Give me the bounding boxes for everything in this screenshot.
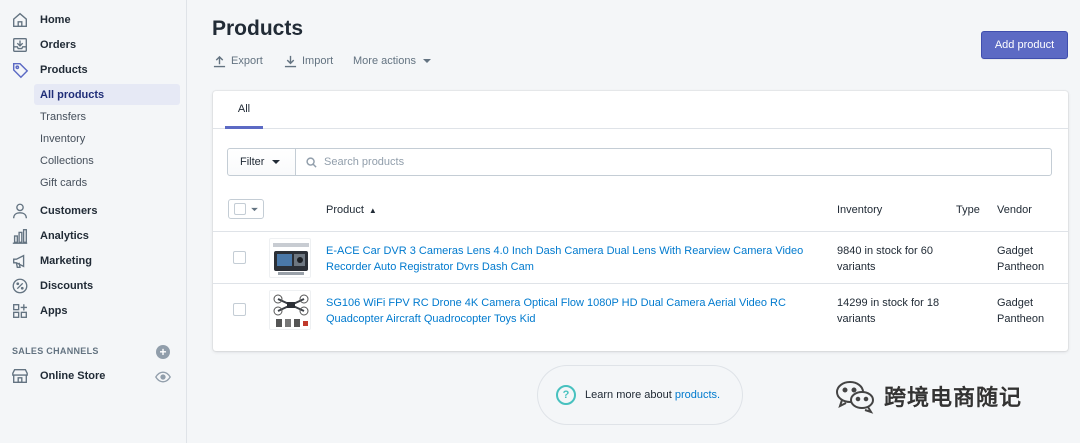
nav-home[interactable]: Home — [0, 9, 187, 31]
nav-label-products: Products — [40, 64, 88, 76]
sales-channels-title: SALES CHANNELS — [12, 346, 99, 356]
watermark: 跨境电商随记 — [834, 376, 1049, 416]
table-row[interactable]: SG106 WiFi FPV RC Drone 4K Camera Optica… — [213, 283, 1068, 335]
wechat-icon — [836, 381, 874, 414]
more-actions-button[interactable]: More actions — [353, 52, 436, 70]
search-icon — [306, 156, 317, 168]
product-thumbnail[interactable] — [269, 238, 311, 278]
filter-label: Filter — [240, 156, 265, 168]
nav-label-apps: Apps — [40, 305, 68, 317]
search-input[interactable] — [324, 156, 1024, 168]
sub-item-all-products[interactable]: All products — [34, 84, 180, 105]
learn-more-text: Learn more about — [585, 389, 672, 401]
inventory-cell: 9840 in stock for 60 variants — [837, 245, 934, 273]
column-header-inventory: Inventory — [837, 204, 883, 216]
sidebar: Home Orders Products All products Transf… — [0, 0, 187, 443]
import-label: Import — [302, 55, 334, 67]
megaphone-icon — [13, 254, 25, 268]
nav-discounts[interactable]: Discounts — [0, 275, 187, 297]
nav-label-customers: Customers — [40, 205, 98, 217]
orders-icon — [13, 38, 27, 52]
table-row[interactable]: E-ACE Car DVR 3 Cameras Lens 4.0 Inch Da… — [213, 231, 1068, 283]
drone-image — [273, 294, 309, 327]
apps-icon — [13, 304, 27, 318]
search-field — [295, 148, 1052, 176]
row-checkbox[interactable] — [233, 303, 246, 316]
bar-chart-icon — [12, 229, 28, 244]
sub-item-gift-cards[interactable]: Gift cards — [34, 172, 180, 193]
bulk-select-checkbox[interactable] — [228, 199, 264, 219]
learn-more-box: ? Learn more about products. — [538, 366, 742, 424]
caret-down-icon — [251, 207, 258, 211]
nav-label-home: Home — [40, 14, 71, 26]
export-button[interactable]: Export — [213, 52, 263, 70]
dash-camera-image — [273, 243, 309, 275]
nav-label-marketing: Marketing — [40, 255, 92, 267]
column-label-product: Product — [326, 204, 364, 216]
add-sales-channel-button[interactable]: + — [156, 345, 170, 359]
column-header-type: Type — [956, 204, 980, 216]
nav-label-orders: Orders — [40, 39, 77, 51]
nav-label-analytics: Analytics — [40, 230, 89, 242]
export-label: Export — [231, 55, 263, 67]
store-icon — [12, 369, 28, 383]
nav-analytics[interactable]: Analytics — [0, 225, 187, 247]
eye-icon[interactable] — [155, 370, 171, 384]
tag-icon — [12, 62, 29, 79]
tab-bar: All — [213, 91, 1068, 129]
export-icon — [213, 55, 226, 67]
sub-item-collections[interactable]: Collections — [34, 150, 180, 171]
sort-ascending-icon: ▲ — [368, 205, 377, 215]
add-product-button[interactable]: Add product — [981, 31, 1068, 59]
nav-orders[interactable]: Orders — [0, 34, 187, 56]
home-icon — [13, 12, 27, 27]
sub-item-transfers[interactable]: Transfers — [34, 106, 180, 127]
watermark-text: 跨境电商随记 — [884, 385, 1023, 410]
product-name-link[interactable]: E-ACE Car DVR 3 Cameras Lens 4.0 Inch Da… — [326, 243, 826, 275]
column-header-vendor: Vendor — [997, 204, 1032, 216]
caret-down-icon — [422, 59, 431, 63]
more-actions-label: More actions — [353, 55, 416, 67]
nav-label-online-store: Online Store — [40, 370, 106, 382]
help-icon: ? — [556, 385, 576, 405]
product-thumbnail[interactable] — [269, 290, 311, 330]
page-title: Products — [212, 17, 304, 40]
discount-icon — [12, 278, 28, 294]
import-icon — [284, 55, 297, 67]
nav-apps[interactable]: Apps — [0, 300, 187, 322]
person-icon — [13, 203, 27, 219]
nav-marketing[interactable]: Marketing — [0, 250, 187, 272]
import-button[interactable]: Import — [284, 52, 333, 70]
caret-down-icon — [272, 160, 281, 164]
inventory-cell: 14299 in stock for 18 variants — [837, 297, 940, 325]
learn-more-link[interactable]: products. — [675, 389, 720, 401]
products-card: All Filter Product ▲ Inventory Type Vend… — [213, 91, 1068, 351]
select-all-checkbox[interactable] — [234, 203, 246, 215]
column-header-product[interactable]: Product ▲ — [326, 204, 377, 216]
sub-item-inventory[interactable]: Inventory — [34, 128, 180, 149]
plus-icon: + — [159, 345, 167, 359]
vendor-cell: Gadget Pantheon — [997, 245, 1045, 273]
filter-button[interactable]: Filter — [227, 148, 296, 176]
nav-label-discounts: Discounts — [40, 280, 94, 292]
vendor-cell: Gadget Pantheon — [997, 297, 1045, 325]
product-name-link[interactable]: SG106 WiFi FPV RC Drone 4K Camera Optica… — [326, 295, 826, 327]
nav-customers[interactable]: Customers — [0, 200, 187, 222]
row-checkbox[interactable] — [233, 251, 246, 264]
nav-products[interactable]: Products — [0, 59, 187, 81]
tab-all[interactable]: All — [225, 91, 263, 129]
